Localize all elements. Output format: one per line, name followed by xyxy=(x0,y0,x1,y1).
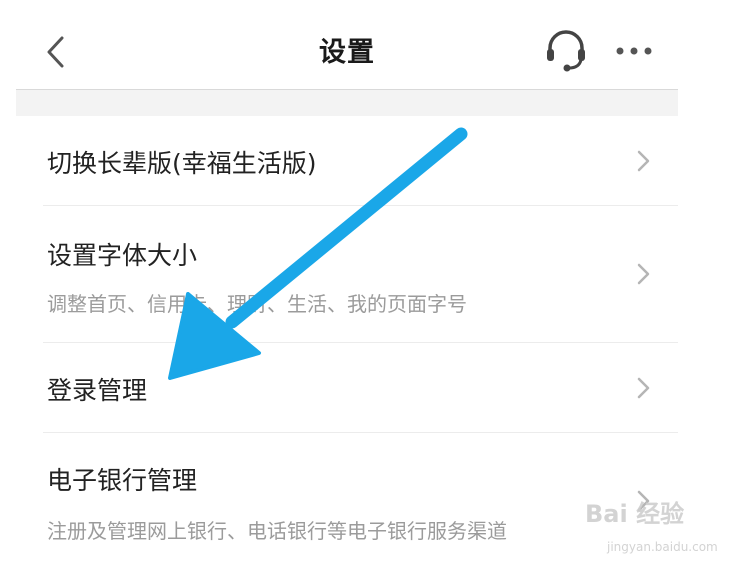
chevron-right-icon xyxy=(637,150,650,172)
settings-item-ebanking-management[interactable]: 电子银行管理 注册及管理网上银行、电话银行等电子银行服务渠道 xyxy=(16,433,678,569)
settings-item-label: 切换长辈版(幸福生活版) xyxy=(47,149,317,178)
settings-item-font-size[interactable]: 设置字体大小 调整首页、信用卡、理财、生活、我的页面字号 xyxy=(16,206,678,342)
settings-item-description: 注册及管理网上银行、电话银行等电子银行服务渠道 xyxy=(47,519,507,543)
nav-bar: 设置 xyxy=(16,0,678,90)
chevron-right-icon xyxy=(637,377,650,399)
settings-item-label: 电子银行管理 xyxy=(47,466,198,495)
watermark-logo: Bai 经验 xyxy=(585,500,685,528)
watermark: Bai 经验 jingyan.baidu.com xyxy=(585,494,718,556)
settings-item-label: 登录管理 xyxy=(47,376,148,405)
section-gap xyxy=(16,90,678,116)
watermark-url: jingyan.baidu.com xyxy=(607,540,718,554)
settings-item-elder-mode[interactable]: 切换长辈版(幸福生活版) xyxy=(16,116,678,205)
settings-item-label: 设置字体大小 xyxy=(47,241,198,270)
headset-icon[interactable] xyxy=(543,27,589,73)
more-dots-icon[interactable] xyxy=(614,44,654,58)
chevron-right-icon xyxy=(637,263,650,285)
settings-item-description: 调整首页、信用卡、理财、生活、我的页面字号 xyxy=(47,292,467,316)
settings-item-login-management[interactable]: 登录管理 xyxy=(16,343,678,432)
